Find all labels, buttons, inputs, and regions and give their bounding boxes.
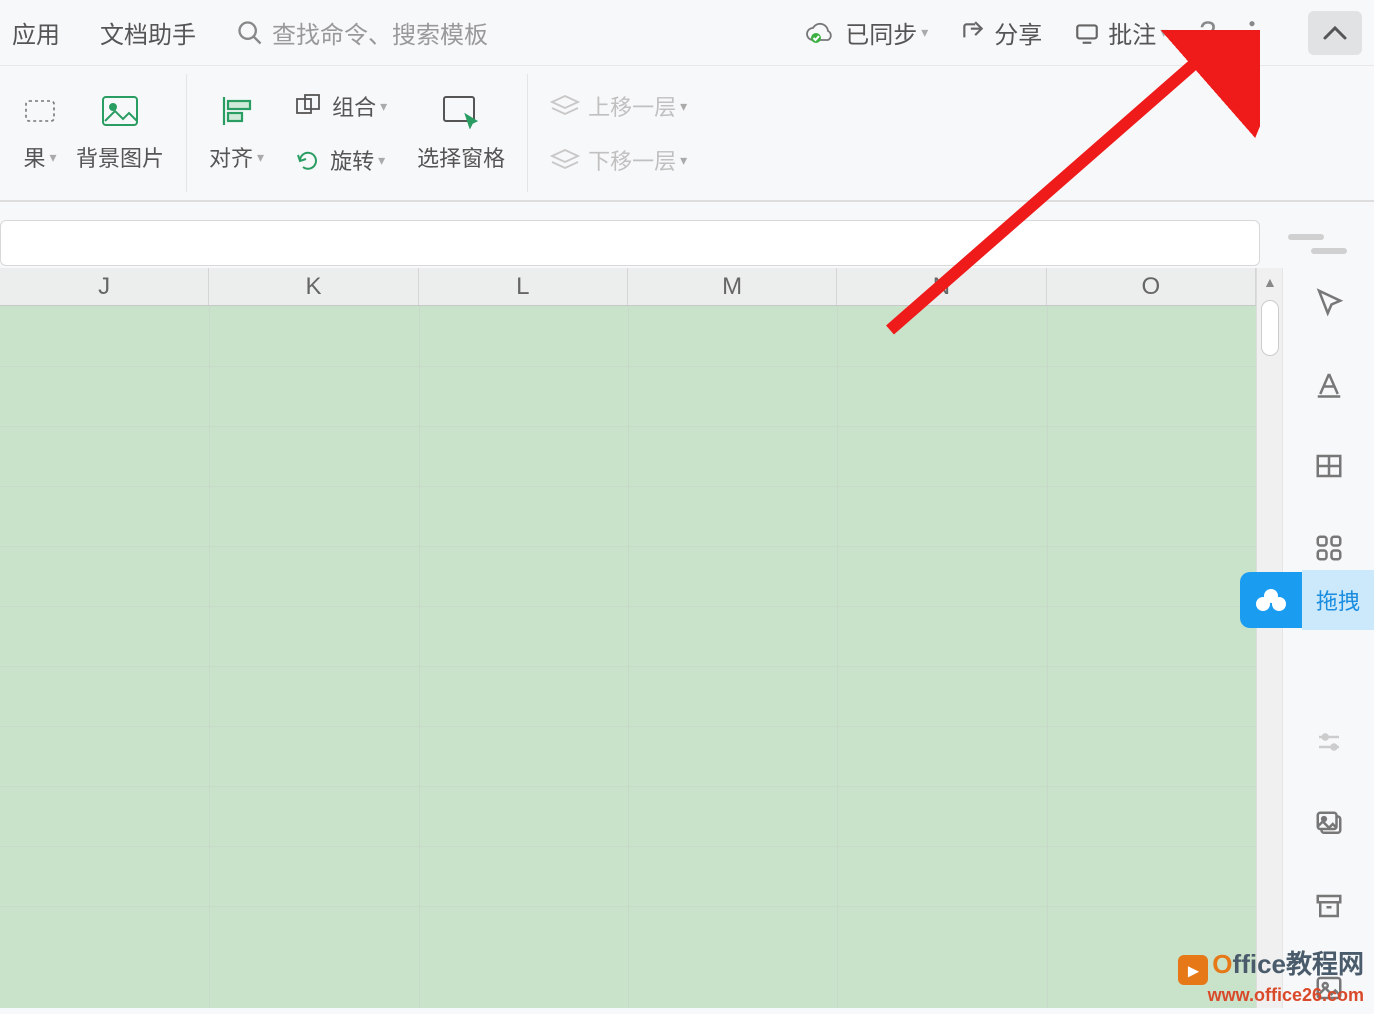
effect-label: 果 bbox=[23, 141, 45, 173]
chevron-down-icon: ▾ bbox=[680, 152, 687, 169]
search-box[interactable]: 查找命令、搜索模板 bbox=[236, 15, 488, 50]
spreadsheet-area: J K L M N O bbox=[0, 268, 1256, 1008]
bg-image-label: 背景图片 bbox=[76, 141, 164, 173]
ribbon-toolbar: 果▾ 背景图片 对齐▾ 组合 ▾ 旋转 bbox=[0, 66, 1374, 202]
app-menu[interactable]: 应用 bbox=[12, 15, 60, 50]
doc-assistant[interactable]: 文档助手 bbox=[100, 15, 196, 50]
bring-forward-button: 上移一层 ▾ bbox=[550, 86, 687, 126]
drag-handle[interactable] bbox=[1288, 234, 1324, 240]
share-button[interactable]: 分享 bbox=[960, 15, 1042, 50]
sync-label: 已同步 bbox=[845, 15, 917, 50]
table-icon[interactable] bbox=[1309, 446, 1349, 486]
annotate-icon bbox=[1074, 20, 1100, 46]
gallery-icon[interactable] bbox=[1309, 804, 1349, 844]
watermark: ▸Office教程网 www.office26.com bbox=[1178, 944, 1364, 1007]
bg-image-button[interactable]: 背景图片 bbox=[76, 93, 164, 173]
chevron-down-icon: ▾ bbox=[680, 98, 687, 115]
app-label: 应用 bbox=[12, 15, 60, 50]
col-header-m[interactable]: M bbox=[628, 268, 837, 305]
archive-icon[interactable] bbox=[1309, 886, 1349, 926]
col-header-l[interactable]: L bbox=[419, 268, 628, 305]
cell-grid[interactable] bbox=[0, 306, 1256, 1008]
vertical-scrollbar[interactable]: ▲ bbox=[1256, 268, 1282, 1008]
cloud-service-icon[interactable] bbox=[1240, 572, 1302, 628]
side-panel bbox=[1282, 268, 1374, 1008]
watermark-url: www.office26.com bbox=[1178, 985, 1364, 1006]
send-backward-label: 下移一层 bbox=[588, 144, 676, 176]
col-header-j[interactable]: J bbox=[0, 268, 209, 305]
scroll-thumb[interactable] bbox=[1261, 300, 1279, 356]
formula-bar[interactable] bbox=[0, 220, 1260, 266]
send-backward-button: 下移一层 ▾ bbox=[550, 140, 687, 180]
annotate-label: 批注 bbox=[1108, 15, 1156, 50]
text-format-icon[interactable] bbox=[1309, 364, 1349, 404]
align-label: 对齐 bbox=[209, 141, 253, 173]
chevron-up-icon bbox=[1321, 24, 1349, 42]
formula-bar-row bbox=[0, 218, 1374, 268]
watermark-badge-icon: ▸ bbox=[1178, 955, 1208, 985]
align-button[interactable]: 对齐▾ bbox=[209, 93, 264, 173]
group-button[interactable]: 组合 ▾ bbox=[294, 86, 387, 126]
drag-tab-label: 拖拽 bbox=[1302, 570, 1374, 630]
apps-icon[interactable] bbox=[1309, 528, 1349, 568]
rotate-icon bbox=[294, 147, 322, 173]
sync-status[interactable]: 已同步 ▾ bbox=[805, 15, 928, 50]
share-label: 分享 bbox=[994, 15, 1042, 50]
effect-icon bbox=[22, 93, 58, 129]
chevron-down-icon: ▾ bbox=[378, 152, 385, 169]
chevron-down-icon: ▾ bbox=[921, 24, 928, 41]
chevron-down-icon: ▾ bbox=[257, 149, 264, 166]
effect-button[interactable]: 果▾ bbox=[22, 93, 58, 173]
bring-forward-label: 上移一层 bbox=[588, 90, 676, 122]
top-menu-bar: 应用 文档助手 查找命令、搜索模板 已同步 ▾ 分享 批注 ▾ ? bbox=[0, 0, 1374, 66]
doc-assistant-label: 文档助手 bbox=[100, 15, 196, 50]
panel-grip[interactable] bbox=[1311, 248, 1347, 254]
chevron-down-icon: ▾ bbox=[1160, 24, 1167, 41]
column-headers: J K L M N O bbox=[0, 268, 1256, 306]
chevron-down-icon: ▾ bbox=[380, 98, 387, 115]
collapse-ribbon-button[interactable] bbox=[1308, 11, 1362, 55]
col-header-k[interactable]: K bbox=[209, 268, 418, 305]
search-placeholder: 查找命令、搜索模板 bbox=[272, 15, 488, 50]
more-menu[interactable] bbox=[1248, 19, 1264, 47]
send-backward-icon bbox=[550, 148, 580, 172]
cloud-sync-icon bbox=[805, 20, 837, 46]
more-vertical-icon bbox=[1248, 19, 1256, 47]
select-pane-button[interactable]: 选择窗格 bbox=[417, 93, 505, 173]
rotate-label: 旋转 bbox=[330, 144, 374, 176]
annotate-button[interactable]: 批注 ▾ bbox=[1074, 15, 1167, 50]
align-icon bbox=[218, 93, 256, 129]
col-header-n[interactable]: N bbox=[837, 268, 1046, 305]
settings-slider-icon[interactable] bbox=[1309, 722, 1349, 762]
share-icon bbox=[960, 20, 986, 46]
search-icon bbox=[236, 19, 264, 47]
drag-tab[interactable]: 拖拽 bbox=[1240, 572, 1374, 628]
image-icon bbox=[99, 93, 141, 129]
group-label: 组合 bbox=[332, 90, 376, 122]
select-pane-icon bbox=[440, 93, 482, 129]
select-tool-icon[interactable] bbox=[1309, 282, 1349, 322]
scroll-up-arrow[interactable]: ▲ bbox=[1263, 274, 1277, 290]
bring-forward-icon bbox=[550, 94, 580, 118]
select-pane-label: 选择窗格 bbox=[417, 141, 505, 173]
rotate-button[interactable]: 旋转 ▾ bbox=[294, 140, 387, 180]
col-header-o[interactable]: O bbox=[1047, 268, 1256, 305]
group-icon bbox=[294, 93, 324, 119]
chevron-down-icon: ▾ bbox=[49, 149, 56, 166]
help-button[interactable]: ? bbox=[1199, 16, 1216, 50]
